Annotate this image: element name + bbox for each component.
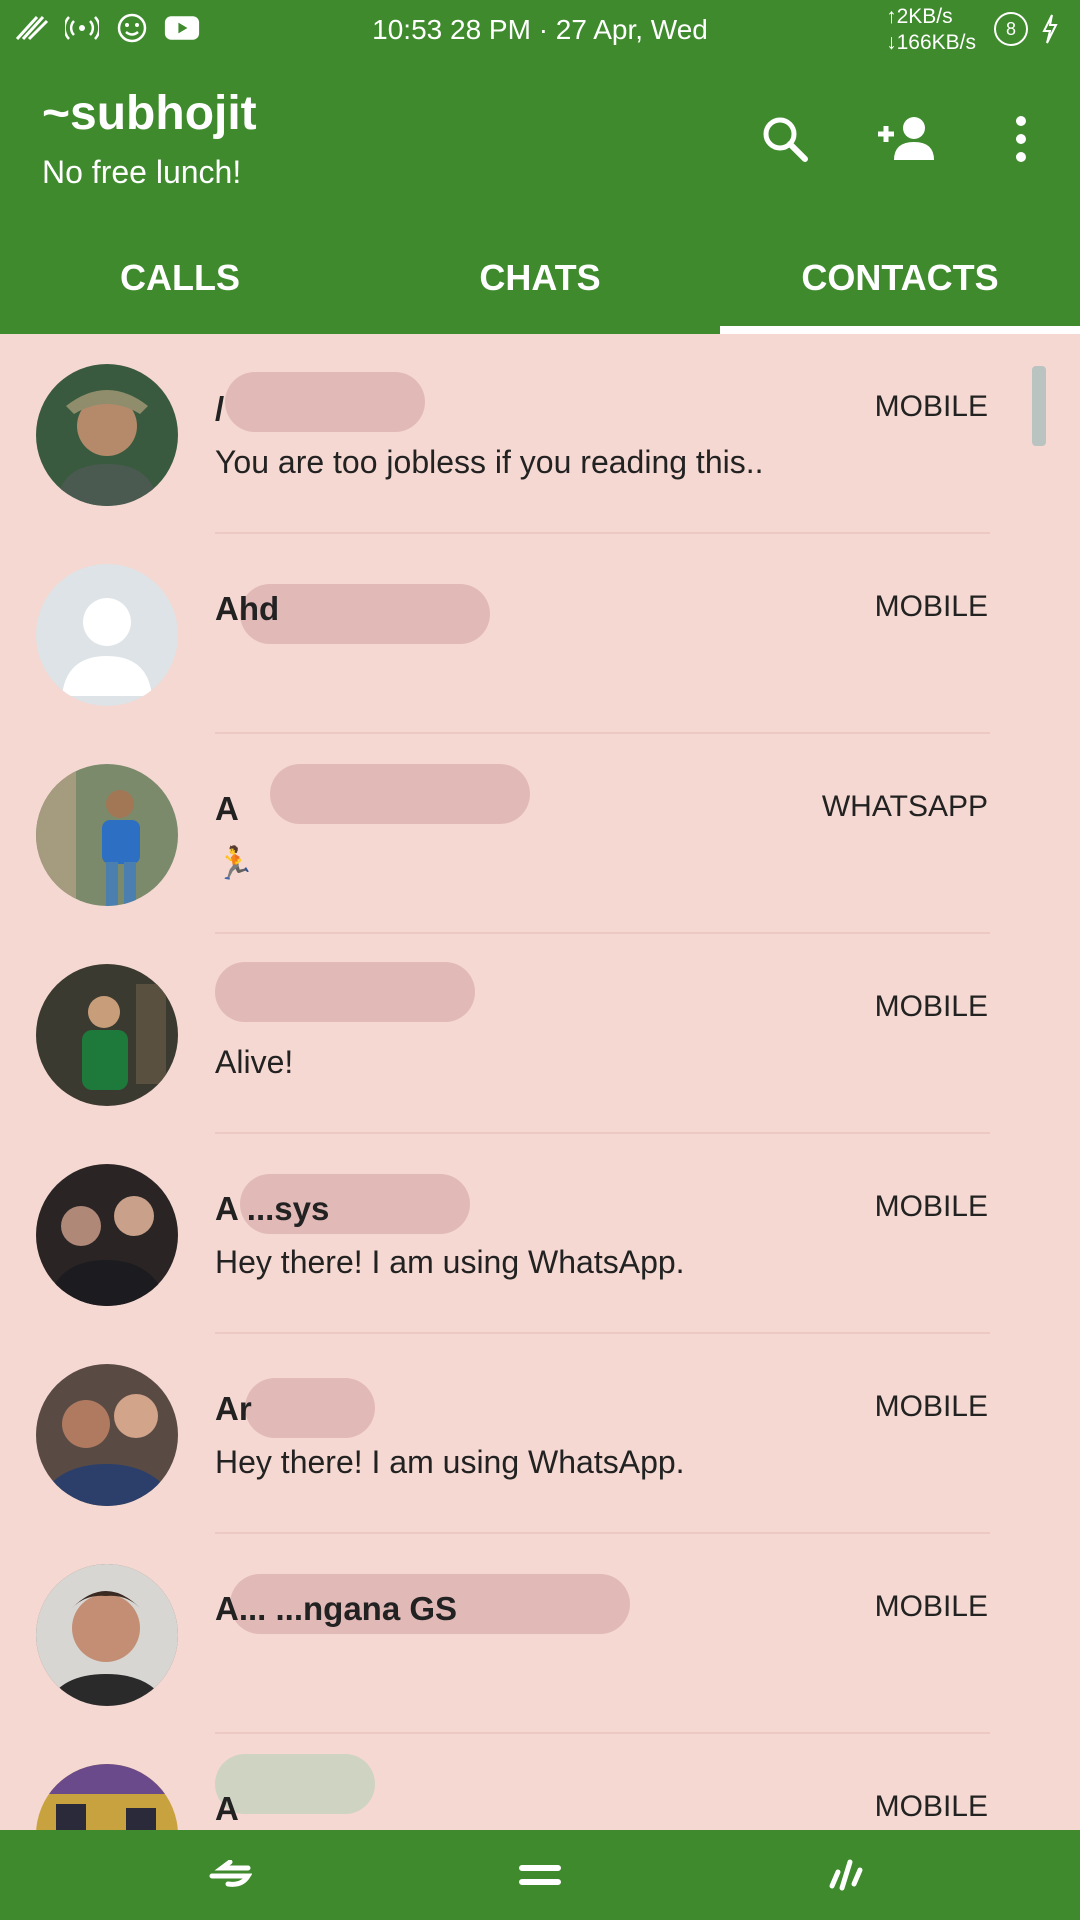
contact-row[interactable]: A MOBILE [0, 1734, 1080, 1830]
contact-status: Alive! [215, 1044, 294, 1080]
contact-row[interactable]: / You are too jobless if you reading thi… [0, 334, 1080, 534]
contact-row[interactable]: Alive! MOBILE [0, 934, 1080, 1134]
add-contact-button[interactable] [872, 104, 942, 174]
profile-name[interactable]: ~subhojit [42, 86, 257, 141]
contact-type: MOBILE [874, 1590, 988, 1623]
app-bar: ~subhojit No free lunch! CALLS CHATS CON… [0, 62, 1080, 334]
contact-type: MOBILE [874, 990, 988, 1023]
tab-chats[interactable]: CHATS [360, 222, 720, 334]
contact-type: WHATSAPP [821, 790, 988, 823]
contact-name: A [215, 790, 239, 827]
contact-type: MOBILE [874, 590, 988, 623]
profile-status[interactable]: No free lunch! [42, 154, 241, 191]
contact-name: / [215, 390, 225, 427]
charging-icon [1042, 14, 1058, 49]
avatar[interactable] [36, 1564, 178, 1706]
net-up: ↑2KB/s [886, 5, 953, 28]
contacts-list[interactable]: / You are too jobless if you reading thi… [0, 334, 1080, 1830]
search-button[interactable] [750, 104, 820, 174]
contact-name: A [215, 1790, 239, 1827]
search-icon [763, 117, 808, 162]
recents-icon [829, 1859, 863, 1891]
add-contact-icon [878, 117, 934, 160]
redaction-blur [215, 1754, 375, 1814]
avatar[interactable] [36, 964, 178, 1106]
net-down: ↓166KB/s [886, 31, 976, 54]
contact-name: A... ...ngana GS [215, 1590, 458, 1627]
avatar[interactable] [36, 764, 178, 906]
contact-status: Hey there! I am using WhatsApp. [215, 1244, 685, 1280]
navigation-bar [0, 1830, 1080, 1920]
avatar[interactable] [36, 1764, 178, 1830]
default-person-icon [62, 598, 152, 696]
redaction-blur [215, 962, 475, 1022]
network-speed: ↑2KB/s ↓166KB/s [886, 4, 976, 56]
contact-row[interactable]: Ahd MOBILE [0, 534, 1080, 734]
home-button[interactable] [510, 1848, 570, 1902]
contact-type: MOBILE [874, 1790, 988, 1823]
redaction-blur [245, 1378, 375, 1438]
contact-row[interactable]: A... ...ngana GS MOBILE [0, 1534, 1080, 1734]
contact-name: Ahd [215, 590, 280, 627]
avatar[interactable] [36, 1364, 178, 1506]
contact-row[interactable]: A 🏃 WHATSAPP [0, 734, 1080, 934]
contact-name: Ar [215, 1390, 252, 1427]
tab-bar: CALLS CHATS CONTACTS [0, 222, 1080, 334]
contact-status: You are too jobless if you reading this.… [215, 444, 764, 480]
avatar[interactable] [36, 364, 178, 506]
contact-type: MOBILE [874, 1190, 988, 1223]
avatar-placeholder[interactable] [36, 564, 178, 706]
status-bar: 10:53 28 PM · 27 Apr, Wed ↑2KB/s ↓166KB/… [0, 0, 1080, 62]
tab-calls[interactable]: CALLS [0, 222, 360, 334]
back-icon [209, 1860, 252, 1887]
back-button[interactable] [200, 1848, 260, 1902]
tab-contacts[interactable]: CONTACTS [720, 222, 1080, 334]
contact-status: 🏃 [215, 845, 255, 881]
contact-name: A ...sys [215, 1190, 330, 1227]
more-options-button[interactable] [986, 104, 1056, 174]
recents-button[interactable] [814, 1848, 874, 1902]
contact-type: MOBILE [874, 1390, 988, 1423]
redaction-blur [270, 764, 530, 824]
more-vert-icon [1016, 116, 1026, 162]
scrollbar[interactable] [1032, 366, 1046, 446]
contact-row[interactable]: A ...sys Hey there! I am using WhatsApp.… [0, 1134, 1080, 1334]
battery-indicator: 8 [994, 12, 1028, 46]
redaction-blur [225, 372, 425, 432]
home-icon [519, 1865, 561, 1885]
contact-type: MOBILE [874, 390, 988, 423]
avatar[interactable] [36, 1164, 178, 1306]
contact-row[interactable]: Ar Hey there! I am using WhatsApp. MOBIL… [0, 1334, 1080, 1534]
contact-status: Hey there! I am using WhatsApp. [215, 1444, 685, 1480]
